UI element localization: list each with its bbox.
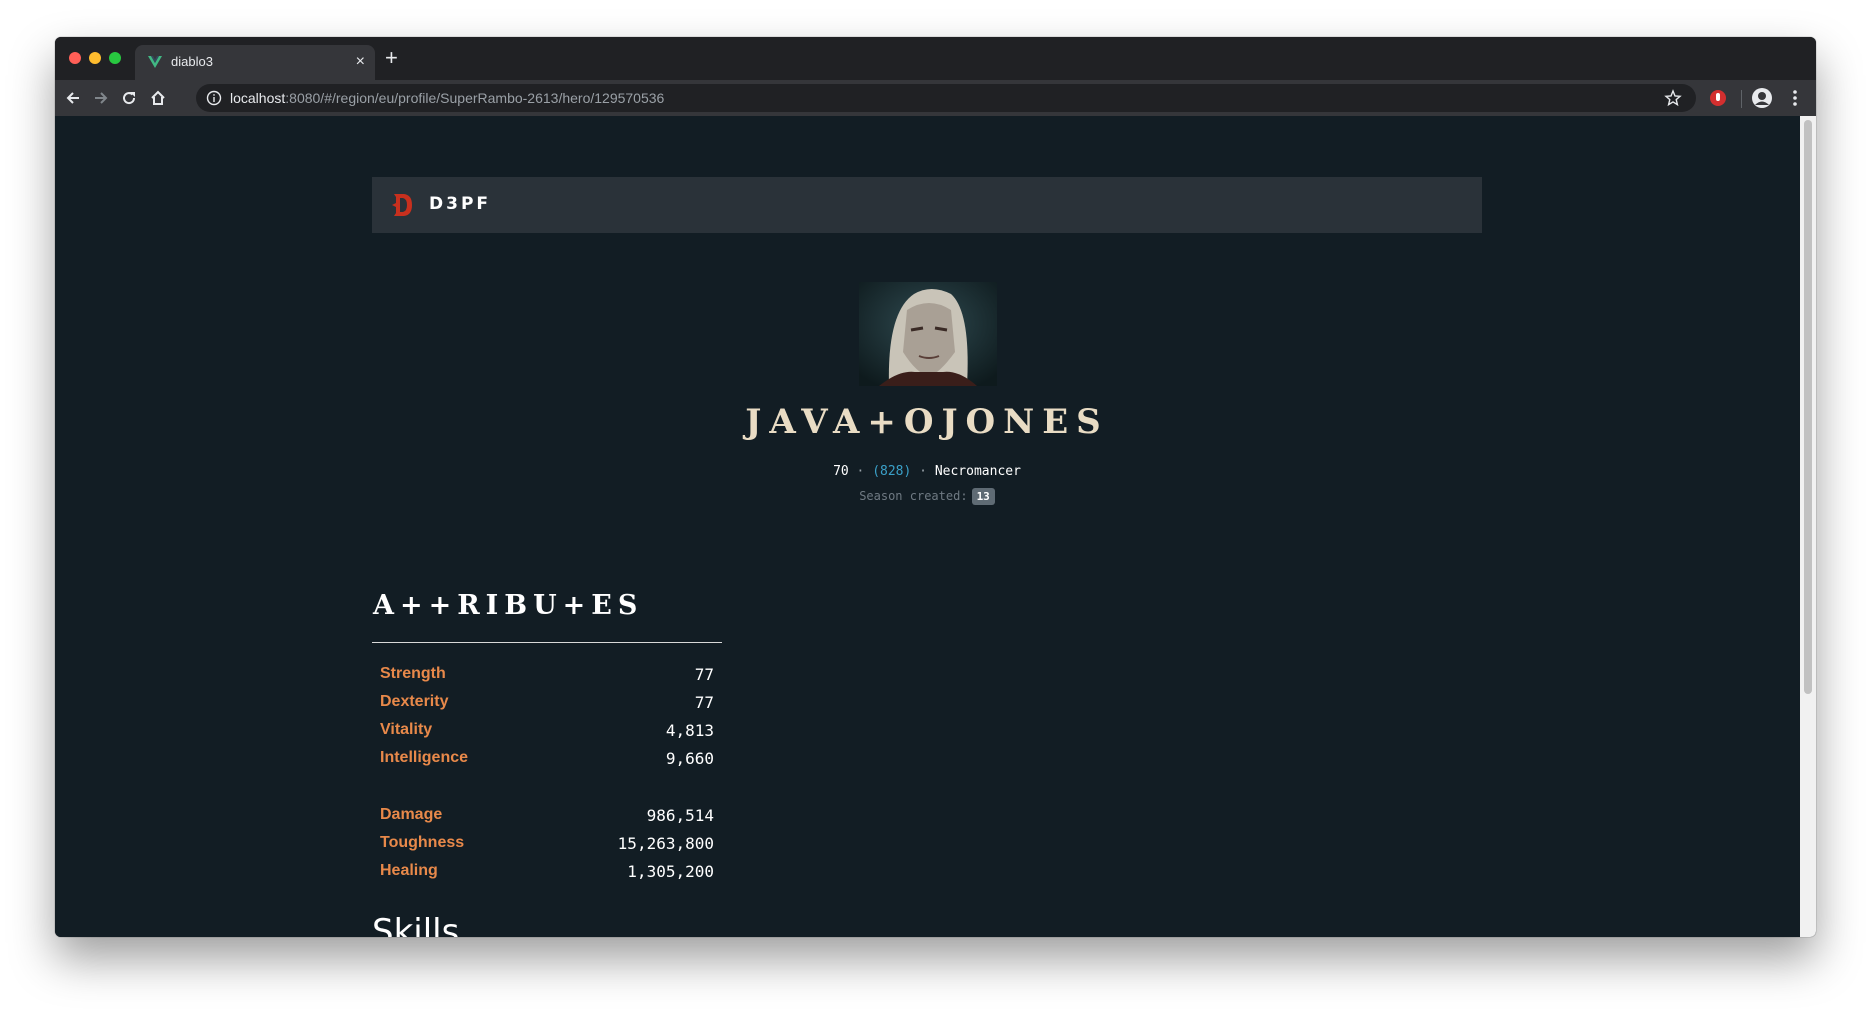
brand-name[interactable]: D3PF bbox=[429, 194, 491, 214]
hero-meta: 70 · (828) · Necromancer bbox=[727, 464, 1127, 479]
address-bar[interactable]: localhost:8080/#/region/eu/profile/Super… bbox=[196, 84, 1696, 112]
new-tab-button[interactable]: + bbox=[385, 47, 398, 69]
home-icon[interactable] bbox=[149, 89, 167, 107]
attribute-label: Dexterity bbox=[380, 693, 449, 710]
attribute-row-healing: Healing 1,305,200 bbox=[372, 858, 722, 886]
attribute-label: Strength bbox=[380, 665, 446, 682]
back-arrow-icon[interactable] bbox=[64, 89, 82, 107]
browser-tab[interactable]: diablo3 × bbox=[135, 45, 375, 80]
necromancer-portrait-image bbox=[859, 282, 997, 386]
attribute-label: Vitality bbox=[380, 721, 433, 738]
toolbar-separator bbox=[1741, 90, 1742, 108]
hero-level: 70 bbox=[833, 464, 849, 479]
attribute-value: 4,813 bbox=[665, 721, 714, 740]
tab-bar: diablo3 × + bbox=[55, 37, 1816, 80]
scrollbar-thumb[interactable] bbox=[1804, 120, 1812, 694]
attribute-value: 77 bbox=[694, 693, 714, 712]
maximize-window-button[interactable] bbox=[109, 52, 121, 64]
attribute-value: 986,514 bbox=[646, 806, 714, 825]
attribute-row-strength: Strength 77 bbox=[372, 661, 722, 689]
meta-separator: · bbox=[919, 464, 927, 479]
minimize-window-button[interactable] bbox=[89, 52, 101, 64]
vue-favicon-icon bbox=[148, 56, 162, 68]
url-host: localhost bbox=[230, 90, 286, 106]
attribute-value: 1,305,200 bbox=[627, 862, 714, 881]
season-badge: 13 bbox=[971, 488, 995, 505]
page-viewport: D3PF JAVA+OJONES 70 · (828) · Necromance… bbox=[55, 116, 1800, 937]
meta-separator: · bbox=[856, 464, 865, 479]
attribute-label: Toughness bbox=[380, 834, 465, 851]
attribute-row-intelligence: Intelligence 9,660 bbox=[372, 745, 722, 773]
hero-class: Necromancer bbox=[934, 464, 1021, 479]
browser-toolbar: localhost:8080/#/region/eu/profile/Super… bbox=[55, 80, 1816, 116]
browser-window: diablo3 × + localhost:8080/#/region/eu/p… bbox=[55, 37, 1816, 937]
attributes-divider bbox=[372, 642, 722, 643]
page-scrollbar[interactable] bbox=[1800, 116, 1816, 937]
attribute-label: Damage bbox=[380, 806, 443, 823]
hero-paragon: (828) bbox=[872, 464, 912, 479]
attribute-row-dexterity: Dexterity 77 bbox=[372, 689, 722, 717]
season-label: Season created: bbox=[859, 489, 968, 503]
attribute-value: 77 bbox=[694, 665, 714, 684]
url-text: localhost:8080/#/region/eu/profile/Super… bbox=[230, 90, 664, 106]
diablo-d-logo-icon[interactable] bbox=[390, 192, 414, 218]
attribute-label: Intelligence bbox=[380, 749, 469, 766]
attribute-label: Healing bbox=[380, 862, 438, 879]
attributes-heading: A++RIBU+ES bbox=[373, 590, 644, 621]
attribute-row-damage: Damage 986,514 bbox=[372, 802, 722, 830]
reload-icon[interactable] bbox=[120, 89, 138, 107]
skills-heading: Skills bbox=[372, 912, 460, 937]
tab-close-icon[interactable]: × bbox=[356, 52, 365, 72]
menu-kebab-icon[interactable] bbox=[1785, 88, 1805, 108]
hero-portrait bbox=[859, 282, 997, 386]
url-path: :8080/#/region/eu/profile/SuperRambo-261… bbox=[285, 90, 665, 106]
attribute-row-vitality: Vitality 4,813 bbox=[372, 717, 722, 745]
site-navbar: D3PF bbox=[372, 177, 1482, 233]
info-icon[interactable] bbox=[206, 90, 222, 106]
forward-arrow-icon[interactable] bbox=[92, 89, 110, 107]
close-window-button[interactable] bbox=[69, 52, 81, 64]
profile-avatar-icon[interactable] bbox=[1751, 87, 1773, 109]
season-created: Season created: 13 bbox=[727, 488, 1127, 505]
extension-icon[interactable] bbox=[1708, 88, 1728, 108]
attribute-value: 15,263,800 bbox=[617, 834, 714, 853]
bookmark-star-icon[interactable] bbox=[1664, 89, 1682, 107]
tab-title: diablo3 bbox=[171, 54, 213, 69]
attribute-row-toughness: Toughness 15,263,800 bbox=[372, 830, 722, 858]
attribute-value: 9,660 bbox=[665, 749, 714, 768]
hero-name: JAVA+OJONES bbox=[745, 402, 1109, 442]
